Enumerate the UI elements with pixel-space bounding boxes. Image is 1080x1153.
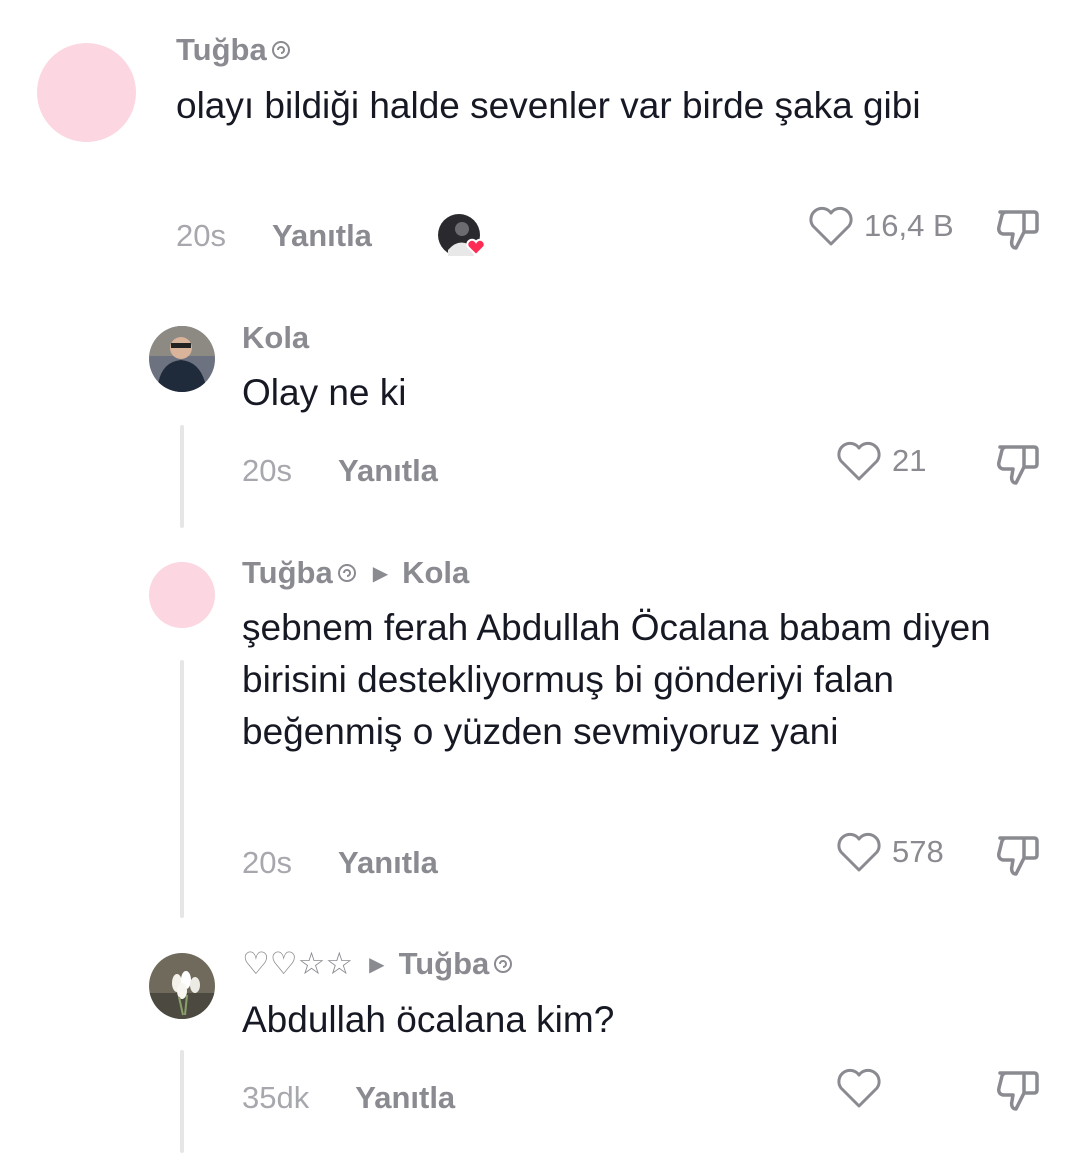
- thread-line: [180, 660, 184, 918]
- heart-outline-icon[interactable]: [836, 1067, 882, 1109]
- comment-meta: 20s Yanıtla: [242, 453, 438, 489]
- thumbs-down-outline-icon[interactable]: [994, 441, 1042, 487]
- like-button[interactable]: 21: [836, 440, 926, 482]
- comment-time: 20s: [242, 453, 292, 488]
- like-button[interactable]: 578: [836, 831, 944, 873]
- triangle-right-icon: ▶: [372, 562, 389, 585]
- like-button[interactable]: [836, 1067, 892, 1109]
- comment-meta: 20s Yanıtla: [242, 845, 438, 881]
- comment-author[interactable]: ♡♡☆☆ ▶ Tuğba: [242, 946, 513, 982]
- comment-author[interactable]: Tuğba ▶ Kola: [242, 555, 469, 591]
- comment-time: 20s: [176, 218, 226, 253]
- thumbs-down-outline-icon[interactable]: [994, 206, 1042, 252]
- author-name[interactable]: Tuğba: [176, 32, 267, 68]
- swirl-badge-icon: [271, 41, 290, 59]
- comment-author[interactable]: Kola: [242, 320, 309, 356]
- like-count: 578: [892, 834, 944, 869]
- swirl-badge-icon: [494, 955, 513, 973]
- thumbs-down-outline-icon[interactable]: [994, 832, 1042, 878]
- author-name[interactable]: ♡♡☆☆: [242, 946, 353, 982]
- comment-meta: 20s Yanıtla: [176, 218, 372, 254]
- reply-button[interactable]: Yanıtla: [338, 453, 438, 489]
- avatar[interactable]: [37, 43, 136, 142]
- author-name[interactable]: Kola: [242, 320, 309, 356]
- thumbs-down-outline-icon[interactable]: [994, 1067, 1042, 1113]
- creator-liked-avatar: [438, 214, 486, 257]
- heart-outline-icon[interactable]: [836, 831, 882, 873]
- comment-time: 35dk: [242, 1080, 310, 1115]
- like-count: 16,4 B: [864, 208, 954, 243]
- comment-author[interactable]: Tuğba: [176, 32, 291, 68]
- comment-text: şebnem ferah Abdullah Öcalana babam diye…: [242, 607, 991, 752]
- reply-to-name[interactable]: Kola: [402, 555, 469, 591]
- thread-line: [180, 1050, 184, 1153]
- reply-button[interactable]: Yanıtla: [272, 218, 372, 254]
- heart-outline-icon[interactable]: [808, 205, 854, 247]
- heart-outline-icon[interactable]: [836, 440, 882, 482]
- reply-to-name[interactable]: Tuğba: [399, 946, 490, 982]
- avatar[interactable]: [149, 562, 215, 628]
- avatar[interactable]: [149, 953, 215, 1019]
- comment-text: olayı bildiği halde sevenler var birde ş…: [176, 85, 921, 126]
- comment-time: 20s: [242, 845, 292, 880]
- comment-text: Olay ne ki: [242, 372, 407, 413]
- avatar[interactable]: [149, 326, 215, 392]
- like-button[interactable]: 16,4 B: [808, 205, 954, 247]
- comment-meta: 35dk Yanıtla: [242, 1080, 455, 1116]
- swirl-badge-icon: [337, 564, 356, 582]
- triangle-right-icon: ▶: [369, 953, 385, 976]
- comment-text: Abdullah öcalana kim?: [242, 999, 615, 1040]
- like-count: 21: [892, 443, 927, 478]
- reply-button[interactable]: Yanıtla: [338, 845, 438, 881]
- author-name[interactable]: Tuğba: [242, 555, 333, 591]
- thread-line: [180, 425, 184, 528]
- reply-button[interactable]: Yanıtla: [355, 1080, 455, 1116]
